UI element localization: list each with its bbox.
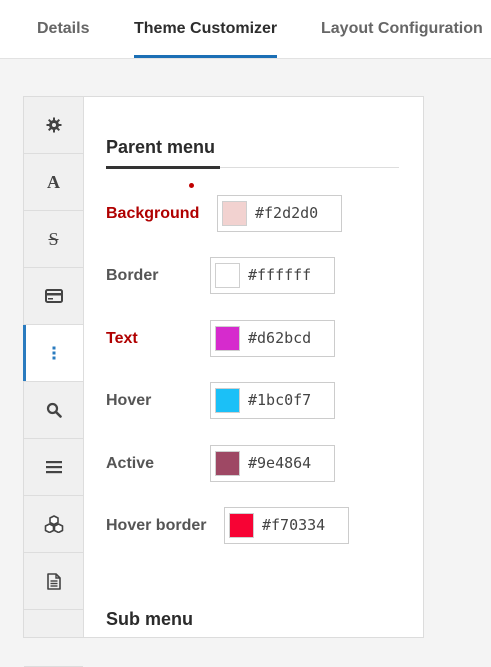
color-hex-value[interactable]: #f70334 <box>262 516 325 534</box>
sidebar-item-menu-colors[interactable] <box>23 325 83 382</box>
tab-layout-configuration[interactable]: Layout Configuration <box>321 0 483 58</box>
row-label: Hover border <box>106 517 207 534</box>
sidebar-item-text-decoration[interactable]: S <box>24 211 83 268</box>
row-label: Active <box>106 455 155 472</box>
color-hex-value[interactable]: #ffffff <box>248 266 311 284</box>
color-swatch[interactable] <box>215 326 240 351</box>
sidebar-item-typography[interactable]: A <box>24 154 83 211</box>
row-label: Hover <box>106 392 152 409</box>
color-swatch[interactable] <box>215 451 240 476</box>
customizer-panel: A S Parent menu Background #f2d2d0 Borde… <box>23 96 424 667</box>
row-label: Background <box>106 205 200 222</box>
tab-theme-customizer[interactable]: Theme Customizer <box>134 0 278 58</box>
color-picker-hover-border[interactable]: #f70334 <box>224 507 349 544</box>
color-picker-active[interactable]: #9e4864 <box>210 445 335 482</box>
document-icon <box>46 572 61 590</box>
modified-indicator <box>189 183 194 188</box>
row-label: Border <box>106 267 159 284</box>
section-divider <box>106 166 399 169</box>
tab-details[interactable]: Details <box>37 0 89 58</box>
sidebar-item-general[interactable] <box>24 97 83 154</box>
cubes-icon <box>44 515 63 533</box>
color-swatch[interactable] <box>229 513 254 538</box>
color-swatch[interactable] <box>222 201 247 226</box>
color-hex-value[interactable]: #f2d2d0 <box>255 204 318 222</box>
color-picker-text[interactable]: #d62bcd <box>210 320 335 357</box>
color-hex-value[interactable]: #1bc0f7 <box>248 391 311 409</box>
sidebar-item-document[interactable] <box>24 553 83 610</box>
vertical-dots-icon <box>52 346 55 360</box>
search-icon <box>46 402 62 418</box>
color-hex-value[interactable]: #9e4864 <box>248 454 311 472</box>
color-picker-background[interactable]: #f2d2d0 <box>217 195 342 232</box>
sidebar-item-more[interactable] <box>24 610 83 667</box>
color-picker-border[interactable]: #ffffff <box>210 257 335 294</box>
font-icon: A <box>47 171 60 192</box>
gear-icon <box>46 117 61 133</box>
section-title-sub-menu: Sub menu <box>106 609 194 629</box>
strikethrough-icon: S <box>48 228 59 249</box>
sidebar-item-list[interactable] <box>24 439 83 496</box>
customizer-sidebar: A S <box>23 97 84 667</box>
menu-icon <box>45 461 62 474</box>
color-swatch[interactable] <box>215 263 240 288</box>
card-icon <box>44 289 63 303</box>
color-picker-hover[interactable]: #1bc0f7 <box>210 382 335 419</box>
row-label: Text <box>106 330 138 347</box>
tab-bar: Details Theme Customizer Layout Configur… <box>0 0 491 59</box>
section-title-parent-menu: Parent menu <box>106 137 216 157</box>
color-hex-value[interactable]: #d62bcd <box>248 329 311 347</box>
sidebar-item-search[interactable] <box>24 382 83 439</box>
sidebar-item-modules[interactable] <box>24 496 83 553</box>
color-swatch[interactable] <box>215 388 240 413</box>
sidebar-item-card[interactable] <box>24 268 83 325</box>
